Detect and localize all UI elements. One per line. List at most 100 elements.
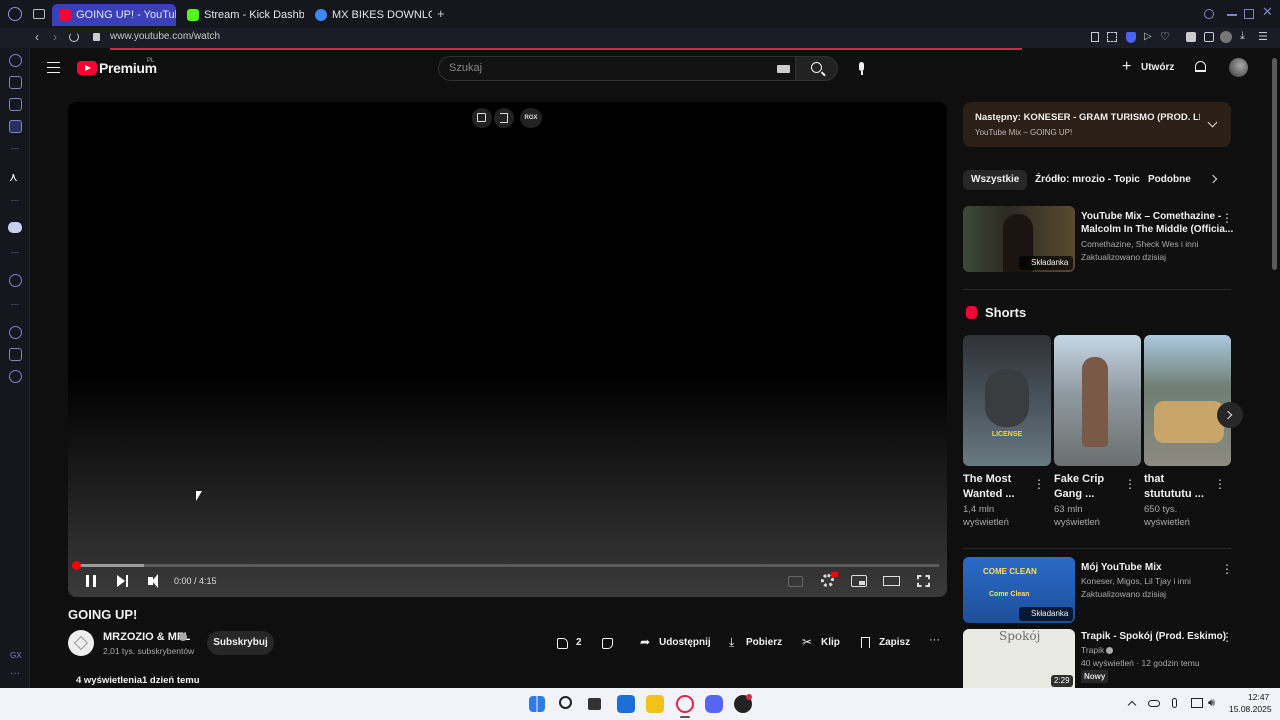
- search-taskbar-icon[interactable]: [559, 696, 572, 709]
- minimize-icon[interactable]: [1227, 14, 1237, 16]
- store-icon[interactable]: [617, 695, 635, 713]
- notes-icon[interactable]: [9, 98, 22, 111]
- search-button[interactable]: [795, 56, 838, 81]
- tab-mx-bikes[interactable]: MX BIKES DOWNLOAD': [308, 4, 432, 26]
- player-sidebar-icon[interactable]: [9, 274, 22, 287]
- bag-icon[interactable]: [9, 76, 22, 89]
- snapshot-icon[interactable]: [1107, 32, 1117, 42]
- my-mix-menu-icon[interactable]: ⋮: [1221, 562, 1233, 576]
- overlay-login-icon[interactable]: [494, 108, 514, 128]
- easy-setup-icon[interactable]: ☰: [1258, 30, 1268, 43]
- short-2-title-line2[interactable]: Gang ...: [1054, 487, 1094, 502]
- mix-title-line2[interactable]: Malcolm In The Middle (Officia...: [1081, 223, 1233, 236]
- short-thumbnail-1[interactable]: LICENSE: [963, 335, 1051, 466]
- restore-icon[interactable]: [1244, 9, 1254, 19]
- downloads-icon[interactable]: ⤓: [1240, 30, 1245, 43]
- mix-thumbnail[interactable]: Składanka: [963, 206, 1075, 272]
- channel-name[interactable]: MRZOZIO & MFL: [103, 631, 190, 643]
- opera-menu-icon[interactable]: [8, 7, 22, 21]
- short-thumbnail-2[interactable]: [1054, 335, 1141, 466]
- search-tabs-icon[interactable]: [1204, 9, 1214, 19]
- workspaces-icon[interactable]: [33, 9, 45, 19]
- vpn-icon[interactable]: [1126, 32, 1136, 43]
- short-3-title-line2[interactable]: stutututu ...: [1144, 487, 1204, 502]
- trapik-title[interactable]: Trapik - Spokój (Prod. Eskimo): [1081, 630, 1226, 643]
- reload-icon[interactable]: [69, 32, 79, 42]
- file-explorer-icon[interactable]: [646, 695, 664, 713]
- short-2-title-line1[interactable]: Fake Crip: [1054, 472, 1104, 487]
- pinboard-icon[interactable]: [9, 348, 22, 361]
- heart-icon[interactable]: ♡: [1160, 30, 1170, 43]
- short-1-menu-icon[interactable]: ⋮: [1033, 477, 1045, 491]
- opera-gx-taskbar-icon[interactable]: [676, 695, 694, 713]
- volume-tray-icon[interactable]: 🔊︎: [1208, 697, 1215, 710]
- short-1-title-line1[interactable]: The Most: [963, 472, 1011, 487]
- short-3-menu-icon[interactable]: ⋮: [1214, 477, 1226, 491]
- extension-icon[interactable]: [1186, 32, 1196, 42]
- more-actions-icon[interactable]: ···: [929, 634, 940, 646]
- url-field[interactable]: www.youtube.com/watch: [110, 31, 220, 42]
- microphone-tray-icon[interactable]: [1172, 698, 1177, 708]
- download-button[interactable]: ⤓ Pobierz: [729, 635, 782, 652]
- keyboard-icon[interactable]: [777, 65, 790, 73]
- tab-youtube[interactable]: GOING UP! - YouTube: [52, 4, 176, 26]
- overlay-copy-icon[interactable]: [472, 108, 492, 128]
- share-button[interactable]: ➦ Udostępnij: [640, 635, 711, 652]
- shorts-next-button[interactable]: [1217, 402, 1243, 428]
- subtitles-icon[interactable]: [788, 576, 803, 587]
- up-next-panel[interactable]: Następny: KONESER - GRAM TURISMO (PROD. …: [963, 102, 1231, 147]
- clock-time[interactable]: 12:47: [1248, 692, 1269, 702]
- video-player[interactable]: RGX 0:00 / 4:15: [68, 102, 947, 597]
- mix-menu-icon[interactable]: ⋮: [1221, 211, 1233, 225]
- close-window-icon[interactable]: ✕: [1262, 4, 1273, 20]
- seek-handle[interactable]: [72, 561, 81, 570]
- chevron-right-icon[interactable]: [1208, 174, 1218, 184]
- chip-source[interactable]: Źródło: mrozio - Topic: [1027, 170, 1148, 190]
- notifications-bell-icon[interactable]: [1195, 61, 1206, 72]
- miniplayer-icon[interactable]: [851, 575, 867, 587]
- speed-dial-icon[interactable]: [9, 54, 22, 67]
- subscribe-button[interactable]: Subskrybuj: [207, 631, 274, 655]
- seek-bar[interactable]: [76, 564, 939, 567]
- aria-icon[interactable]: ⋏: [9, 170, 18, 184]
- short-2-menu-icon[interactable]: ⋮: [1124, 477, 1136, 491]
- like-button[interactable]: 2: [557, 636, 587, 652]
- trapik-menu-icon[interactable]: ⋮: [1221, 630, 1233, 644]
- trapik-thumbnail[interactable]: Spokój 2:29: [963, 629, 1075, 688]
- search-input[interactable]: Szukaj: [438, 56, 796, 81]
- pause-icon[interactable]: [86, 575, 96, 587]
- new-tab-icon[interactable]: +: [437, 6, 445, 21]
- account-avatar[interactable]: [1229, 58, 1248, 77]
- back-icon[interactable]: ‹: [35, 30, 39, 44]
- bookmark-icon[interactable]: [1091, 32, 1099, 42]
- forward-icon[interactable]: ›: [53, 30, 57, 44]
- settings-icon[interactable]: [9, 370, 22, 383]
- save-button[interactable]: Zapisz: [861, 636, 911, 652]
- short-3-title-line1[interactable]: that: [1144, 472, 1164, 487]
- clock-date[interactable]: 15.08.2025: [1229, 704, 1272, 714]
- thumbs-down-icon[interactable]: [602, 638, 613, 649]
- page-scrollbar[interactable]: [1272, 58, 1277, 270]
- discord-taskbar-icon[interactable]: [705, 695, 723, 713]
- channel-avatar[interactable]: [68, 630, 94, 656]
- next-icon[interactable]: [117, 575, 125, 587]
- messenger-icon[interactable]: [9, 120, 22, 133]
- clip-button[interactable]: ✂ Klip: [802, 635, 842, 652]
- short-1-title-line2[interactable]: Wanted ...: [963, 487, 1015, 502]
- my-mix-thumbnail[interactable]: COME CLEAN Come Clean Składanka: [963, 557, 1075, 623]
- display-tray-icon[interactable]: [1191, 698, 1203, 708]
- onedrive-icon[interactable]: [1148, 700, 1160, 707]
- task-view-icon[interactable]: [588, 698, 601, 710]
- voice-search-button[interactable]: [849, 56, 874, 81]
- theater-mode-icon[interactable]: [883, 576, 900, 586]
- puzzle-icon[interactable]: [1204, 32, 1214, 42]
- history-icon[interactable]: [9, 326, 22, 339]
- fullscreen-icon[interactable]: [917, 575, 930, 587]
- start-icon[interactable]: [529, 696, 545, 712]
- my-mix-title[interactable]: Mój YouTube Mix: [1081, 561, 1162, 574]
- chip-related[interactable]: Podobne: [1140, 170, 1199, 190]
- chevron-down-icon[interactable]: [1207, 117, 1218, 128]
- discord-icon[interactable]: [8, 222, 22, 233]
- short-thumbnail-3[interactable]: [1144, 335, 1231, 466]
- chip-all[interactable]: Wszystkie: [963, 170, 1028, 190]
